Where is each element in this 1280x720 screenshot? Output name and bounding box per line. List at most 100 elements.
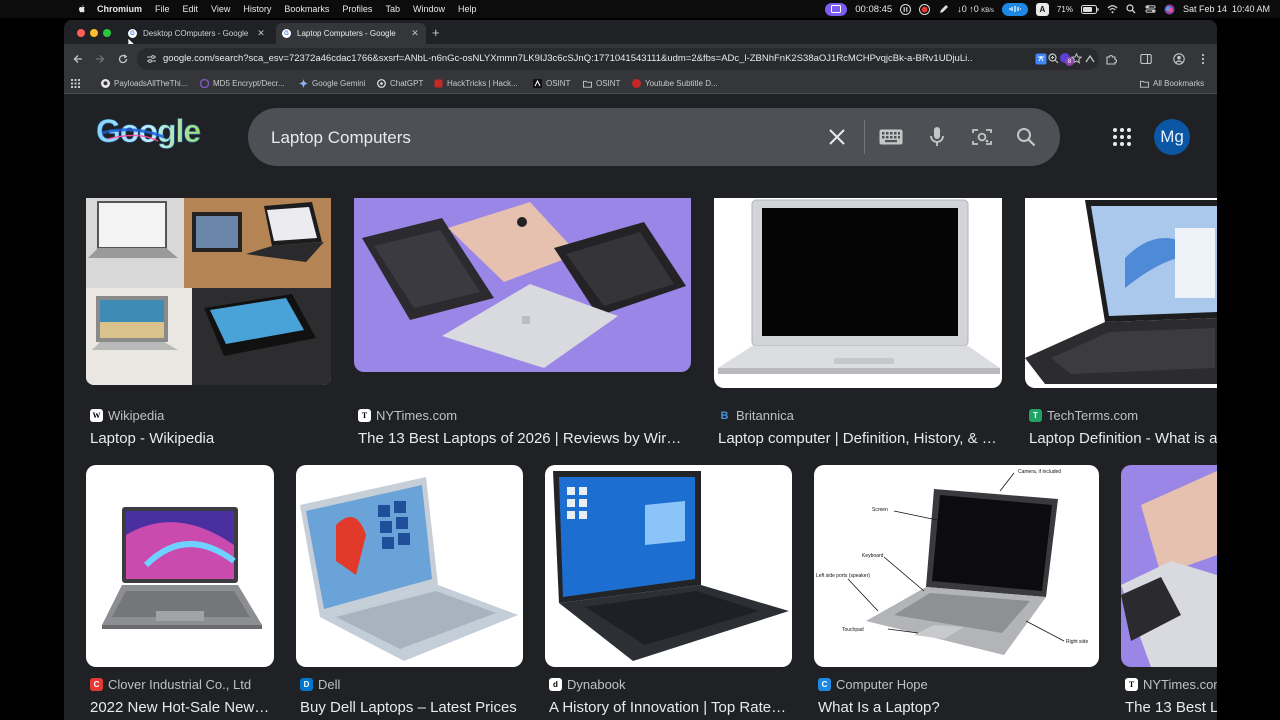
result-title[interactable]: Laptop computer | Definition, History, &… <box>718 430 1000 447</box>
result-source[interactable]: C Clover Industrial Co., Ltd <box>90 677 251 692</box>
spotlight-search-icon[interactable] <box>1126 4 1137 15</box>
result-title[interactable]: 2022 New Hot-Sale New Laptop <box>90 699 270 716</box>
bookmark-youtube-subtitle[interactable]: Youtube Subtitle D... <box>632 79 718 88</box>
menu-tab[interactable]: Tab <box>385 4 400 14</box>
new-tab-button[interactable]: + <box>432 25 440 40</box>
menu-view[interactable]: View <box>211 4 230 14</box>
bookmark-osint[interactable]: OSINT <box>533 79 570 88</box>
result-thumbnail[interactable] <box>86 465 274 667</box>
all-bookmarks-button[interactable]: All Bookmarks <box>1140 79 1204 88</box>
forward-button[interactable] <box>93 52 107 66</box>
menu-profiles[interactable]: Profiles <box>342 4 372 14</box>
extensions-puzzle-icon[interactable] <box>1104 52 1118 66</box>
extension-with-badge-icon[interactable]: 8 <box>1059 52 1074 66</box>
wifi-icon[interactable] <box>1107 4 1118 15</box>
pen-icon[interactable] <box>938 4 949 15</box>
result-thumbnail[interactable]: Camera, if included Screen Keyboard Left… <box>814 465 1099 667</box>
siri-icon[interactable] <box>1164 4 1175 15</box>
result-title[interactable]: What Is a Laptop? <box>818 699 1098 716</box>
result-source[interactable]: W Wikipedia <box>90 408 164 423</box>
apple-menu-icon[interactable] <box>77 4 87 14</box>
bookmark-folder-osint[interactable]: OSINT <box>583 79 620 88</box>
tab-laptop-computers[interactable]: G Laptop Computers - Google ✕ <box>276 23 426 44</box>
search-query[interactable]: Laptop Computers <box>271 128 411 148</box>
menu-file[interactable]: File <box>155 4 170 14</box>
bookmark-payloadsallthethings[interactable]: PayloadsAllTheThi... <box>101 79 187 88</box>
record-stop-icon[interactable] <box>919 3 931 15</box>
search-icon[interactable] <box>1014 125 1038 149</box>
result-thumbnail[interactable] <box>1121 465 1217 667</box>
bookmark-label: HackTricks | Hack... <box>447 79 518 88</box>
translate-extension-icon[interactable] <box>1034 52 1048 66</box>
profile-icon[interactable] <box>1172 52 1186 66</box>
result-thumbnail[interactable] <box>86 198 331 385</box>
lens-camera-icon[interactable] <box>970 125 994 149</box>
result-source[interactable]: d Dynabook <box>549 677 626 692</box>
menu-app-name[interactable]: Chromium <box>97 4 142 14</box>
network-speed-unit: KB/s <box>981 8 994 14</box>
zoom-icon[interactable] <box>1048 53 1059 64</box>
dell-favicon-icon: D <box>300 678 313 691</box>
result-thumbnail[interactable] <box>714 198 1002 388</box>
url-text[interactable]: google.com/search?sca_esv=72372a46cdac17… <box>163 53 973 64</box>
account-avatar[interactable]: Mg <box>1154 119 1190 155</box>
menu-help[interactable]: Help <box>458 4 477 14</box>
result-source-name: Clover Industrial Co., Ltd <box>108 677 252 692</box>
result-source[interactable]: T NYTimes.com <box>1125 677 1217 692</box>
menu-edit[interactable]: Edit <box>183 4 199 14</box>
clover-favicon-icon: C <box>90 678 103 691</box>
result-source[interactable]: T NYTimes.com <box>358 408 457 423</box>
side-panel-icon[interactable] <box>1139 52 1153 66</box>
clock[interactable]: Sat Feb 14 10:40 AM <box>1183 4 1270 14</box>
more-menu-icon[interactable] <box>1196 52 1210 66</box>
screen-recorder-icon[interactable] <box>825 2 848 16</box>
clear-search-icon[interactable] <box>825 125 849 149</box>
audio-icon[interactable] <box>1001 2 1028 16</box>
close-tab-icon[interactable]: ✕ <box>410 28 420 39</box>
back-button[interactable] <box>71 52 85 66</box>
site-info-icon[interactable] <box>146 54 157 64</box>
pause-icon[interactable] <box>900 3 912 15</box>
google-doodle-logo[interactable]: Google <box>94 111 204 151</box>
google-apps-grid-icon[interactable] <box>1112 127 1132 147</box>
result-source-name: NYTimes.com <box>1143 677 1217 692</box>
bookmark-google-gemini[interactable]: Google Gemini <box>299 79 365 88</box>
maximize-window-button[interactable] <box>103 29 111 37</box>
result-thumbnail[interactable] <box>1025 198 1217 388</box>
result-source[interactable]: C Computer Hope <box>818 677 928 692</box>
result-title[interactable]: The 13 Best Laptops of 2026 | Reviews by… <box>358 430 688 447</box>
bookmark-hacktricks[interactable]: HackTricks | Hack... <box>434 79 518 88</box>
result-title[interactable]: A History of Innovation | Top Rated Lapt… <box>549 699 789 716</box>
reload-button[interactable] <box>116 52 130 66</box>
battery-icon[interactable] <box>1080 4 1099 15</box>
control-center-icon[interactable] <box>1145 4 1156 15</box>
result-title[interactable]: Laptop Definition - What is a laptop <box>1029 430 1217 447</box>
result-source[interactable]: D Dell <box>300 677 340 692</box>
keyboard-icon[interactable] <box>879 125 903 149</box>
result-thumbnail[interactable] <box>354 198 691 372</box>
tab-desktop-computers[interactable]: G Desktop COmputers - Google ✕ <box>122 23 272 44</box>
address-bar[interactable]: google.com/search?sca_esv=72372a46cdac17… <box>137 48 1099 70</box>
macos-menubar: Chromium File Edit View History Bookmark… <box>0 0 1280 18</box>
bookmark-md5[interactable]: MD5 Encrypt/Decr... <box>200 79 285 88</box>
result-title[interactable]: Buy Dell Laptops – Latest Prices <box>300 699 520 716</box>
result-source-name: Wikipedia <box>108 408 165 423</box>
input-source-indicator[interactable]: A <box>1035 2 1049 16</box>
apps-shortcut-icon[interactable] <box>71 79 80 88</box>
close-tab-icon[interactable]: ✕ <box>256 28 266 39</box>
menu-window[interactable]: Window <box>413 4 445 14</box>
bookmark-chatgpt[interactable]: ChatGPT <box>377 79 423 88</box>
menu-history[interactable]: History <box>243 4 271 14</box>
voice-search-mic-icon[interactable] <box>925 125 949 149</box>
menu-bookmarks[interactable]: Bookmarks <box>284 4 329 14</box>
extension-icon[interactable] <box>1083 52 1097 66</box>
result-source[interactable]: B Britannica <box>718 408 794 423</box>
close-window-button[interactable] <box>77 29 85 37</box>
result-thumbnail[interactable] <box>545 465 792 667</box>
search-box[interactable]: Laptop Computers <box>248 108 1060 166</box>
result-title[interactable]: Laptop - Wikipedia <box>90 430 330 447</box>
result-title[interactable]: The 13 Best Laptops <box>1125 699 1217 716</box>
minimize-window-button[interactable] <box>90 29 98 37</box>
result-source[interactable]: T TechTerms.com <box>1029 408 1138 423</box>
result-thumbnail[interactable] <box>296 465 523 667</box>
